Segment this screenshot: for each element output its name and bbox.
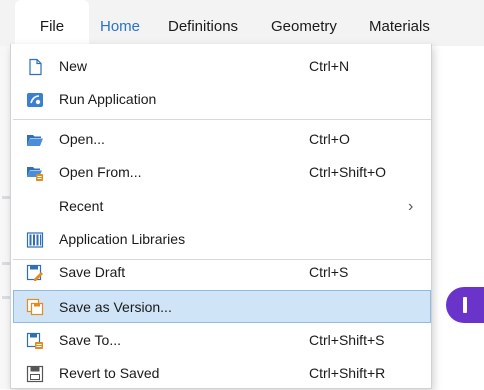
menu-item-save-as-version[interactable]: Save as Version... [13,290,431,323]
new-file-icon [29,58,42,76]
menu-item-label: Save Draft [59,264,126,280]
menu-item-label: Open... [59,131,105,147]
tab-geometry[interactable]: Geometry [259,0,349,46]
ribbon-tab-bar: File Home Definitions Geometry Materials [0,0,484,46]
menu-item-save-draft[interactable]: Save Draft Ctrl+S [13,256,431,289]
menu-item-label: Open From... [59,164,142,180]
menu-item-application-libraries[interactable]: Application Libraries [13,223,431,256]
menu-item-run-application[interactable]: Run Application [13,83,431,116]
open-from-icon [27,167,43,181]
save-as-version-icon [26,298,44,316]
tab-home[interactable]: Home [88,0,152,46]
tab-home-label: Home [100,18,141,35]
menu-item-revert-to-saved[interactable]: Revert to Saved Ctrl+Shift+R [13,357,431,390]
background-mark [2,262,10,265]
menu-item-label: Application Libraries [59,231,186,247]
menu-item-label: Save To... [59,332,122,348]
menu-item-recent[interactable]: Recent › [13,190,431,223]
shortcut-text: Ctrl+O [309,131,350,147]
shortcut-text: Ctrl+Shift+S [309,332,385,348]
shortcut-text: Ctrl+Shift+R [309,365,386,381]
shortcut-text: Ctrl+N [309,58,350,74]
menu-item-label: Save as Version... [59,299,172,315]
background-mark [2,296,10,299]
menu-item-label: Recent [59,198,104,214]
revert-to-saved-icon [26,365,44,383]
run-application-icon [27,93,43,107]
menu-item-open[interactable]: Open... Ctrl+O [13,123,431,156]
cursor-indicator [446,287,484,323]
background-mark [2,196,10,199]
shortcut-text: Ctrl+S [309,264,349,280]
menu-item-save-to[interactable]: Save To... Ctrl+Shift+S [13,324,431,357]
chevron-right-icon: › [408,198,414,215]
file-menu: New Ctrl+N Run Application Open... Ctrl+… [10,44,432,389]
menu-item-label: New [59,58,88,74]
tab-file[interactable]: File [15,0,89,46]
menu-item-open-from[interactable]: Open From... Ctrl+Shift+O [13,156,431,189]
application-libraries-icon [26,232,44,248]
save-to-icon [26,332,43,349]
folder-open-icon [27,135,43,146]
menu-separator [13,119,431,120]
cursor-indicator-mark [463,297,467,313]
menu-item-label: Run Application [59,91,157,107]
menu-item-label: Revert to Saved [59,365,160,381]
menu-item-new[interactable]: New Ctrl+N [13,50,431,83]
save-draft-icon [26,264,43,281]
tab-materials[interactable]: Materials [357,0,442,46]
shortcut-text: Ctrl+Shift+O [309,164,387,180]
tab-definitions[interactable]: Definitions [156,0,250,46]
